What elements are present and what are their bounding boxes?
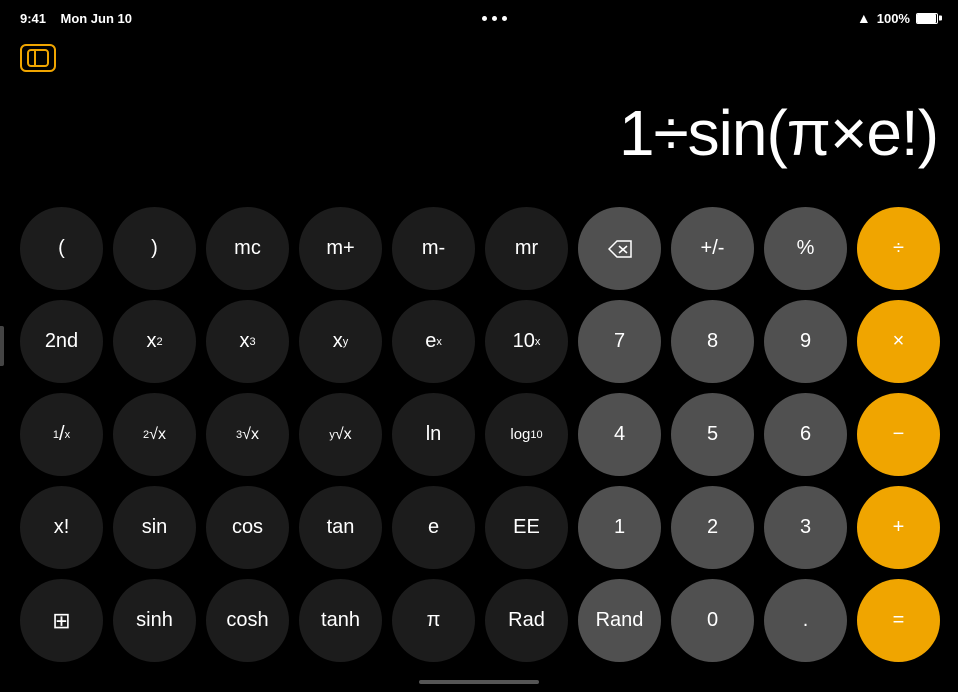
three-key[interactable]: 3 — [764, 486, 847, 569]
one-key[interactable]: 1 — [578, 486, 661, 569]
key-row-row1: ()mcm+m-mr +/-%÷ — [20, 207, 940, 290]
home-indicator — [419, 680, 539, 684]
pi-key[interactable]: π — [392, 579, 475, 662]
second-key[interactable]: 2nd — [20, 300, 103, 383]
ln-key[interactable]: ln — [392, 393, 475, 476]
battery-fill — [917, 14, 936, 23]
sqrt-key[interactable]: 2√x — [113, 393, 196, 476]
cosh-key[interactable]: cosh — [206, 579, 289, 662]
wifi-icon: ▲ — [857, 10, 871, 26]
ee-key[interactable]: EE — [485, 486, 568, 569]
calculator-mode-key[interactable]: ⊞ — [20, 579, 103, 662]
plus-minus-key[interactable]: +/- — [671, 207, 754, 290]
status-center-dots — [482, 16, 507, 21]
key-row-row3: 1/x2√x3√xy√xlnlog10456− — [20, 393, 940, 476]
e-to-x-key[interactable]: ex — [392, 300, 475, 383]
yth-root-key[interactable]: y√x — [299, 393, 382, 476]
dot1 — [482, 16, 487, 21]
time: 9:41 — [20, 11, 46, 26]
sidebar-toggle-button[interactable] — [20, 44, 56, 72]
multiply-key[interactable]: × — [857, 300, 940, 383]
display-expression: 1÷sin(π×e!) — [619, 96, 938, 170]
key-row-row2: 2ndx2x3xyex10x789× — [20, 300, 940, 383]
open-paren-key[interactable]: ( — [20, 207, 103, 290]
mr-key[interactable]: mr — [485, 207, 568, 290]
battery-text: 100% — [877, 11, 910, 26]
sinh-key[interactable]: sinh — [113, 579, 196, 662]
zero-key[interactable]: 0 — [671, 579, 754, 662]
x-cubed-key[interactable]: x3 — [206, 300, 289, 383]
keypad: ()mcm+m-mr+/-%÷2ndx2x3xyex10x789×1/x2√x3… — [20, 207, 938, 662]
m-plus-key[interactable]: m+ — [299, 207, 382, 290]
four-key[interactable]: 4 — [578, 393, 661, 476]
sin-key[interactable]: sin — [113, 486, 196, 569]
decimal-key[interactable]: . — [764, 579, 847, 662]
status-bar: 9:41 Mon Jun 10 ▲ 100% — [0, 0, 958, 36]
nine-key[interactable]: 9 — [764, 300, 847, 383]
cbrt-key[interactable]: 3√x — [206, 393, 289, 476]
log10-key[interactable]: log10 — [485, 393, 568, 476]
mc-key[interactable]: mc — [206, 207, 289, 290]
m-minus-key[interactable]: m- — [392, 207, 475, 290]
tanh-key[interactable]: tanh — [299, 579, 382, 662]
status-right: ▲ 100% — [857, 10, 938, 26]
factorial-key[interactable]: x! — [20, 486, 103, 569]
status-time-date: 9:41 Mon Jun 10 — [20, 11, 132, 26]
tan-key[interactable]: tan — [299, 486, 382, 569]
x-squared-key[interactable]: x2 — [113, 300, 196, 383]
euler-key[interactable]: e — [392, 486, 475, 569]
two-key[interactable]: 2 — [671, 486, 754, 569]
six-key[interactable]: 6 — [764, 393, 847, 476]
reciprocal-key[interactable]: 1/x — [20, 393, 103, 476]
eight-key[interactable]: 8 — [671, 300, 754, 383]
date: Mon Jun 10 — [60, 11, 132, 26]
divide-key[interactable]: ÷ — [857, 207, 940, 290]
close-paren-key[interactable]: ) — [113, 207, 196, 290]
dot2 — [492, 16, 497, 21]
key-row-row5: ⊞sinhcoshtanhπRadRand0.= — [20, 579, 940, 662]
percent-key[interactable]: % — [764, 207, 847, 290]
equals-key[interactable]: = — [857, 579, 940, 662]
subtract-key[interactable]: − — [857, 393, 940, 476]
add-key[interactable]: + — [857, 486, 940, 569]
calculator-display: 1÷sin(π×e!) — [80, 60, 938, 180]
x-to-y-key[interactable]: xy — [299, 300, 382, 383]
sidebar-drag-handle — [0, 326, 4, 366]
ten-to-x-key[interactable]: 10x — [485, 300, 568, 383]
rad-key[interactable]: Rad — [485, 579, 568, 662]
rand-key[interactable]: Rand — [578, 579, 661, 662]
cos-key[interactable]: cos — [206, 486, 289, 569]
battery-icon — [916, 13, 938, 24]
five-key[interactable]: 5 — [671, 393, 754, 476]
dot3 — [502, 16, 507, 21]
key-row-row4: x!sincostaneEE123+ — [20, 486, 940, 569]
sidebar-toggle-icon — [27, 49, 49, 67]
seven-key[interactable]: 7 — [578, 300, 661, 383]
backspace-key[interactable] — [578, 207, 661, 290]
